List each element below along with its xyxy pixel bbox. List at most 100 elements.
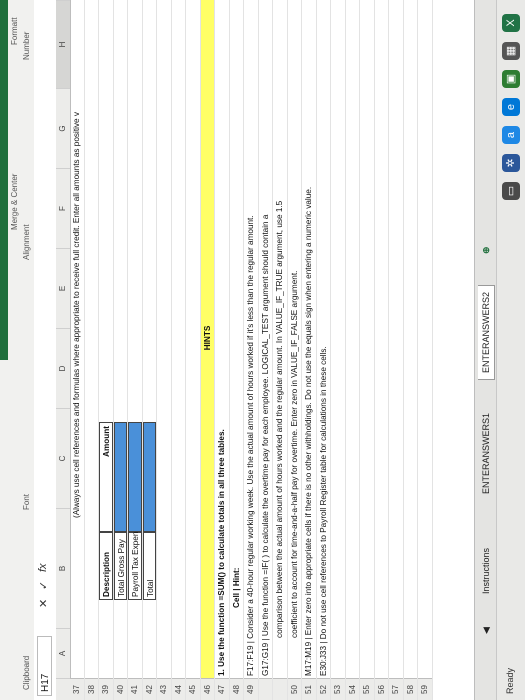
row-number-blank — [273, 678, 287, 700]
row-49-wrap-2: comparison between the actual amount of … — [273, 0, 288, 700]
sheet-tab-bar: ◀ Instructions ENTERANSWERS1 ENTERANSWER… — [474, 0, 497, 700]
row-number[interactable]: 56 — [374, 678, 388, 700]
name-box[interactable]: H17 — [37, 636, 52, 696]
row-number[interactable]: 38 — [84, 678, 98, 700]
merge-center-button[interactable]: Merge & Center — [10, 174, 19, 230]
row-number[interactable]: 47 — [215, 678, 229, 700]
row-number[interactable]: 46 — [200, 678, 214, 700]
row-number[interactable]: 40 — [113, 678, 127, 700]
edge-icon[interactable]: e — [502, 98, 520, 116]
hint-f17-f19: F17:F19 | Consider a 40-hour regular wor… — [246, 215, 255, 676]
enter-icon[interactable]: ✓ — [37, 581, 50, 590]
cancel-icon[interactable]: ✕ — [37, 599, 50, 608]
row-48: 48 Cell | Hint: — [229, 0, 244, 700]
row-46: 46 HINTS — [200, 0, 215, 700]
row-50: 50 coefficient to account for time-and-a… — [287, 0, 302, 700]
ribbon: Clipboard Font Alignment Number Merge & … — [0, 0, 35, 700]
total-label: Total — [142, 532, 156, 600]
row-number[interactable]: 39 — [99, 678, 113, 700]
row-52: 52 E30:J33 | Do not use cell references … — [316, 0, 331, 700]
cell-hint-header: Cell | Hint: — [231, 567, 241, 609]
hint-g17-g19-cont: comparison between the actual amount of … — [275, 200, 284, 638]
select-all-corner[interactable] — [56, 678, 70, 700]
column-header-g[interactable]: G — [56, 88, 70, 168]
dropbox-icon[interactable]: ✲ — [502, 154, 520, 172]
row-45: 45 — [186, 0, 201, 700]
row-number[interactable]: 54 — [345, 678, 359, 700]
total-gross-pay-input[interactable] — [113, 422, 127, 532]
hint-g17-g19-end: coefficient to account for time-and-a-ha… — [289, 270, 299, 638]
payroll-tax-expense-label: Payroll Tax Expense — [128, 523, 142, 600]
row-59: 59 — [418, 0, 433, 700]
row-number[interactable]: 51 — [302, 678, 316, 700]
photos-icon[interactable]: ▣ — [502, 70, 520, 88]
ribbon-accent — [0, 0, 8, 360]
column-header-e[interactable]: E — [56, 248, 70, 328]
description-header: Description — [99, 532, 113, 600]
hint-sum: 1. Use the function =SUM() to calculate … — [217, 429, 226, 676]
row-41: 41 Payroll Tax Expense — [128, 0, 143, 700]
hint-g17-g19: G17:G19 | Use the function =IF( ) to cal… — [260, 214, 270, 676]
column-header-c[interactable]: C — [56, 408, 70, 508]
taskbar-window-icon[interactable]: ▭ — [502, 182, 520, 200]
column-header-f[interactable]: F — [56, 168, 70, 248]
row-38: 38 — [84, 0, 99, 700]
row-number[interactable]: 53 — [331, 678, 345, 700]
row-53: 53 — [331, 0, 346, 700]
payroll-tax-expense-input[interactable] — [128, 422, 142, 532]
row-number[interactable]: 58 — [403, 678, 417, 700]
row-number[interactable]: 55 — [360, 678, 374, 700]
excel-icon[interactable]: X — [502, 14, 520, 32]
hint-m17-m19: M17:M19 | Enter zero into appropriate ce… — [304, 186, 313, 676]
total-input[interactable] — [142, 422, 156, 532]
row-54: 54 — [345, 0, 360, 700]
status-bar: Ready ▭ ✲ a e ▣ ▦ X — [496, 0, 525, 700]
row-57: 57 — [389, 0, 404, 700]
row-number[interactable]: 42 — [142, 678, 156, 700]
row-58: 58 — [403, 0, 418, 700]
row-number[interactable]: 37 — [70, 678, 84, 700]
row-number[interactable]: 48 — [229, 678, 243, 700]
row-number[interactable]: 43 — [157, 678, 171, 700]
grid-icon[interactable]: ▦ — [502, 42, 520, 60]
row-number[interactable]: 59 — [418, 678, 432, 700]
app-a-icon[interactable]: a — [502, 126, 520, 144]
column-header-a[interactable]: A — [56, 628, 70, 678]
row-49-wrap-1: G17:G19 | Use the function =IF( ) to cal… — [258, 0, 273, 700]
sheet-prev-icon[interactable]: ◀ — [478, 621, 494, 640]
fx-icon[interactable]: fx — [37, 563, 49, 572]
row-51: 51 M17:M19 | Enter zero into appropriate… — [302, 0, 317, 700]
instruction-note: (Always use cell references and formulas… — [72, 112, 81, 518]
grid[interactable]: 37 (Always use cell references and formu… — [70, 0, 433, 700]
row-number[interactable]: 57 — [389, 678, 403, 700]
row-37: 37 (Always use cell references and formu… — [70, 0, 85, 700]
ready-status: Ready — [505, 667, 515, 694]
hint-e30-j33: E30:J33 | Do not use cell references to … — [318, 346, 328, 676]
row-number[interactable]: 50 — [287, 678, 301, 700]
column-header-row: A B C D E F G H — [56, 0, 71, 700]
column-header-d[interactable]: D — [56, 328, 70, 408]
clipboard-group-label: Clipboard — [22, 655, 31, 690]
font-group-label: Font — [22, 493, 31, 510]
column-header-b[interactable]: B — [56, 508, 70, 628]
row-number[interactable]: 52 — [316, 678, 330, 700]
alignment-group-label: Alignment — [22, 224, 31, 260]
tab-enteranswers1[interactable]: ENTERANSWERS1 — [478, 407, 494, 500]
column-header-h[interactable]: H — [56, 0, 70, 88]
add-sheet-icon[interactable]: ⊕ — [478, 240, 494, 260]
tab-instructions[interactable]: Instructions — [478, 542, 494, 600]
row-47: 47 1. Use the function =SUM() to calcula… — [215, 0, 230, 700]
row-number[interactable]: 44 — [171, 678, 185, 700]
number-group-label: Number — [22, 31, 31, 60]
formatting-button[interactable]: Formatt — [10, 17, 19, 45]
row-number[interactable]: 49 — [244, 678, 258, 700]
hints-heading: HINTS — [200, 0, 214, 678]
row-40: 40 Total Gross Pay — [113, 0, 128, 700]
row-number[interactable]: 45 — [186, 678, 200, 700]
row-number[interactable]: 41 — [128, 678, 142, 700]
row-55: 55 — [360, 0, 375, 700]
tab-enteranswers2[interactable]: ENTERANSWERS2 — [478, 284, 495, 380]
row-56: 56 — [374, 0, 389, 700]
row-number-blank — [258, 678, 272, 700]
formula-bar: H17 ✕ ✓ fx — [34, 0, 57, 700]
